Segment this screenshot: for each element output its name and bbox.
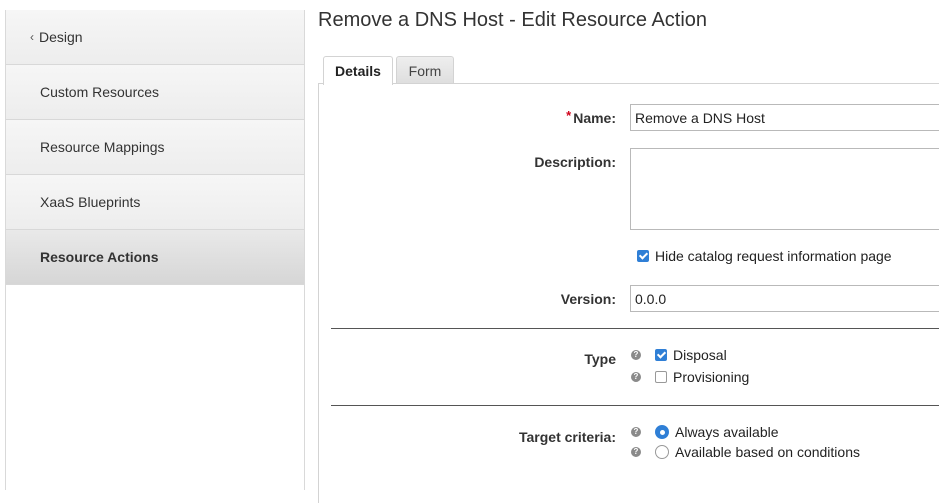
name-label: Name:: [573, 110, 616, 126]
help-icon[interactable]: ?: [631, 447, 641, 457]
sidebar: ‹ Design Custom Resources Resource Mappi…: [5, 10, 305, 490]
type-label: Type: [584, 351, 616, 367]
required-marker: *: [566, 108, 572, 123]
conditions-label: Available based on conditions: [675, 444, 860, 460]
divider: [331, 328, 939, 329]
tab-details[interactable]: Details: [323, 56, 393, 85]
sidebar-back-label: Design: [39, 29, 83, 45]
target-criteria-label: Target criteria:: [519, 429, 616, 445]
hide-catalog-checkbox[interactable]: [637, 250, 649, 262]
help-icon[interactable]: ?: [631, 372, 641, 382]
name-label-row: * Name:: [540, 108, 616, 126]
hide-catalog-row: Hide catalog request information page: [637, 248, 892, 264]
sidebar-item-resource-mappings[interactable]: Resource Mappings: [6, 120, 304, 175]
description-label: Description:: [534, 154, 616, 170]
conditions-radio[interactable]: [655, 445, 669, 459]
sidebar-item-resource-actions[interactable]: Resource Actions: [6, 230, 304, 285]
disposal-checkbox[interactable]: [655, 349, 667, 361]
sidebar-item-label: Resource Actions: [40, 249, 159, 265]
help-icon[interactable]: ?: [631, 427, 641, 437]
disposal-label: Disposal: [673, 347, 727, 363]
provisioning-label: Provisioning: [673, 369, 750, 385]
type-option-provisioning: ? Provisioning: [631, 369, 749, 385]
sidebar-back-design[interactable]: ‹ Design: [6, 10, 304, 65]
type-option-disposal: ? Disposal: [631, 347, 727, 363]
sidebar-item-label: Custom Resources: [40, 84, 160, 100]
version-field[interactable]: [630, 285, 939, 312]
sidebar-item-label: XaaS Blueprints: [40, 194, 141, 210]
hide-catalog-label: Hide catalog request information page: [655, 248, 892, 264]
name-field[interactable]: [630, 104, 939, 131]
sidebar-item-custom-resources[interactable]: Custom Resources: [6, 65, 304, 120]
sidebar-item-xaas-blueprints[interactable]: XaaS Blueprints: [6, 175, 304, 230]
version-label: Version:: [560, 291, 616, 307]
target-option-conditions: ? Available based on conditions: [631, 444, 860, 460]
always-available-radio[interactable]: [655, 425, 669, 439]
chevron-left-icon: ‹: [30, 30, 34, 44]
sidebar-item-label: Resource Mappings: [40, 139, 165, 155]
description-field[interactable]: [630, 148, 939, 230]
provisioning-checkbox[interactable]: [655, 371, 667, 383]
help-icon[interactable]: ?: [631, 350, 641, 360]
divider: [331, 405, 939, 406]
tab-form[interactable]: Form: [396, 56, 454, 84]
page-title: Remove a DNS Host - Edit Resource Action: [318, 9, 708, 31]
always-available-label: Always available: [675, 424, 779, 440]
target-option-always: ? Always available: [631, 424, 779, 440]
